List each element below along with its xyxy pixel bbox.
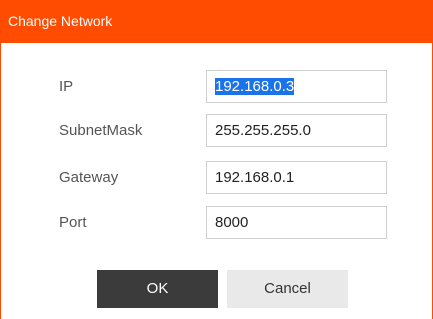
subnet-mask-input-value: 255.255.255.0 bbox=[215, 122, 311, 139]
dialog-title: Change Network bbox=[8, 13, 113, 29]
port-label: Port bbox=[59, 214, 87, 231]
ip-input-value: 192.168.0.3 bbox=[215, 78, 295, 95]
ip-input[interactable]: 192.168.0.3 bbox=[206, 70, 387, 103]
ok-button[interactable]: OK bbox=[97, 270, 218, 308]
port-input[interactable]: 8000 bbox=[206, 206, 387, 239]
change-network-dialog: Change Network IP 192.168.0.3 SubnetMask… bbox=[0, 0, 433, 319]
dialog-title-bar: Change Network bbox=[1, 0, 433, 43]
gateway-input-value: 192.168.0.1 bbox=[215, 169, 295, 186]
subnet-mask-input[interactable]: 255.255.255.0 bbox=[206, 114, 387, 147]
cancel-button[interactable]: Cancel bbox=[227, 270, 348, 308]
subnet-mask-label: SubnetMask bbox=[59, 122, 143, 139]
port-input-value: 8000 bbox=[215, 214, 249, 231]
gateway-label: Gateway bbox=[59, 169, 119, 186]
ip-label: IP bbox=[59, 78, 74, 95]
gateway-input[interactable]: 192.168.0.1 bbox=[206, 161, 387, 194]
